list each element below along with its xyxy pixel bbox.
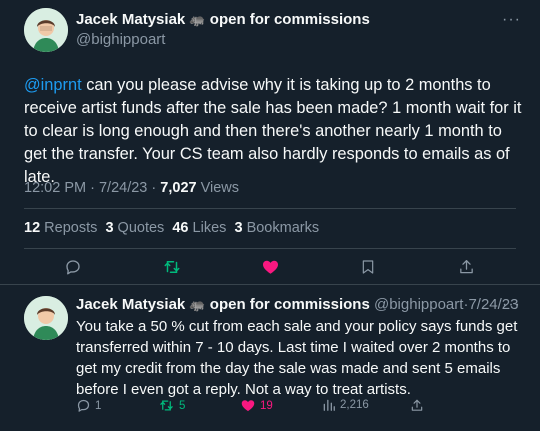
divider bbox=[24, 208, 516, 209]
bookmark-button[interactable] bbox=[355, 256, 381, 278]
reply-author-name[interactable]: Jacek Matysiak bbox=[76, 296, 185, 313]
divider bbox=[24, 248, 516, 249]
like-button[interactable] bbox=[257, 256, 283, 278]
mention-link[interactable]: @inprnt bbox=[24, 76, 82, 94]
author-status[interactable]: open for commissions bbox=[210, 11, 370, 28]
share-button[interactable] bbox=[453, 256, 479, 278]
more-icon[interactable]: ··· bbox=[502, 296, 521, 314]
reply-author-avatar[interactable] bbox=[24, 296, 68, 340]
author-name[interactable]: Jacek Matysiak bbox=[76, 11, 185, 28]
reply-icon bbox=[66, 260, 80, 275]
reply-text: You take a 50 % cut from each sale and y… bbox=[76, 318, 518, 398]
author-name-row[interactable]: Jacek Matysiak 🦛 open for commissions bbox=[76, 11, 370, 28]
divider bbox=[0, 284, 540, 285]
reply-author-handle[interactable]: @bighippoart bbox=[374, 296, 463, 313]
tweet-time[interactable]: 12:02 PM bbox=[24, 180, 86, 196]
reply-like-button[interactable]: 19 bbox=[240, 398, 273, 413]
separator: · bbox=[151, 180, 157, 196]
bookmarks-label: Bookmarks bbox=[246, 220, 320, 236]
views-count: 7,027 bbox=[160, 180, 197, 196]
reply-replies-count: 1 bbox=[95, 399, 102, 412]
quotes-stat[interactable]: 3 Quotes bbox=[105, 220, 164, 236]
reply-likes-count: 19 bbox=[260, 399, 273, 412]
hippo-emoji: 🦛 bbox=[189, 297, 206, 312]
quotes-count: 3 bbox=[105, 220, 114, 236]
likes-label: Likes bbox=[192, 220, 227, 236]
reply-views-button[interactable]: 2,216 bbox=[322, 398, 369, 412]
bookmarks-stat[interactable]: 3 Bookmarks bbox=[234, 220, 319, 236]
avatar-illustration bbox=[24, 8, 68, 52]
author-handle[interactable]: @bighippoart bbox=[76, 31, 165, 48]
separator: · bbox=[90, 180, 95, 196]
reply-reply-button[interactable]: 1 bbox=[76, 398, 101, 413]
reposts-stat[interactable]: 12 Reposts bbox=[24, 220, 97, 236]
repost-button[interactable] bbox=[159, 256, 185, 278]
reply-share-button[interactable] bbox=[410, 398, 424, 413]
bookmarks-count: 3 bbox=[234, 220, 243, 236]
likes-count: 46 bbox=[172, 220, 189, 236]
repost-icon bbox=[160, 400, 173, 411]
repost-icon bbox=[164, 261, 180, 273]
like-icon bbox=[262, 260, 278, 274]
tweet-timestamp-row: 12:02 PM · 7/24/23 · 7,027 Views bbox=[24, 180, 239, 196]
bookmark-icon bbox=[362, 260, 374, 274]
reply-views-count: 2,216 bbox=[340, 399, 369, 411]
reply-icon bbox=[77, 399, 90, 412]
like-icon bbox=[241, 400, 255, 412]
engagement-stats: 12 Reposts 3 Quotes 46 Likes 3 Bookmarks bbox=[24, 220, 319, 236]
reply-header: Jacek Matysiak 🦛 open for commissions @b… bbox=[76, 296, 518, 313]
tweet-date[interactable]: 7/24/23 bbox=[99, 180, 147, 196]
avatar-illustration bbox=[24, 296, 68, 340]
reply-button[interactable] bbox=[60, 256, 86, 278]
hippo-emoji: 🦛 bbox=[189, 12, 206, 27]
views-icon bbox=[323, 399, 335, 411]
reply-reposts-count: 5 bbox=[179, 399, 186, 412]
author-avatar[interactable] bbox=[24, 8, 68, 52]
reposts-label: Reposts bbox=[44, 220, 98, 236]
tweet-body: can you please advise why it is taking u… bbox=[24, 76, 522, 186]
share-icon bbox=[459, 259, 473, 274]
more-icon[interactable]: ··· bbox=[502, 11, 521, 29]
views-label: Views bbox=[200, 180, 240, 196]
share-icon bbox=[411, 399, 423, 411]
quotes-label: Quotes bbox=[117, 220, 165, 236]
reposts-count: 12 bbox=[24, 220, 41, 236]
reply-repost-button[interactable]: 5 bbox=[158, 398, 185, 413]
likes-stat[interactable]: 46 Likes bbox=[172, 220, 226, 236]
reply-author-status[interactable]: open for commissions bbox=[210, 296, 370, 313]
tweet-text: @inprnt can you please advise why it is … bbox=[24, 74, 524, 189]
